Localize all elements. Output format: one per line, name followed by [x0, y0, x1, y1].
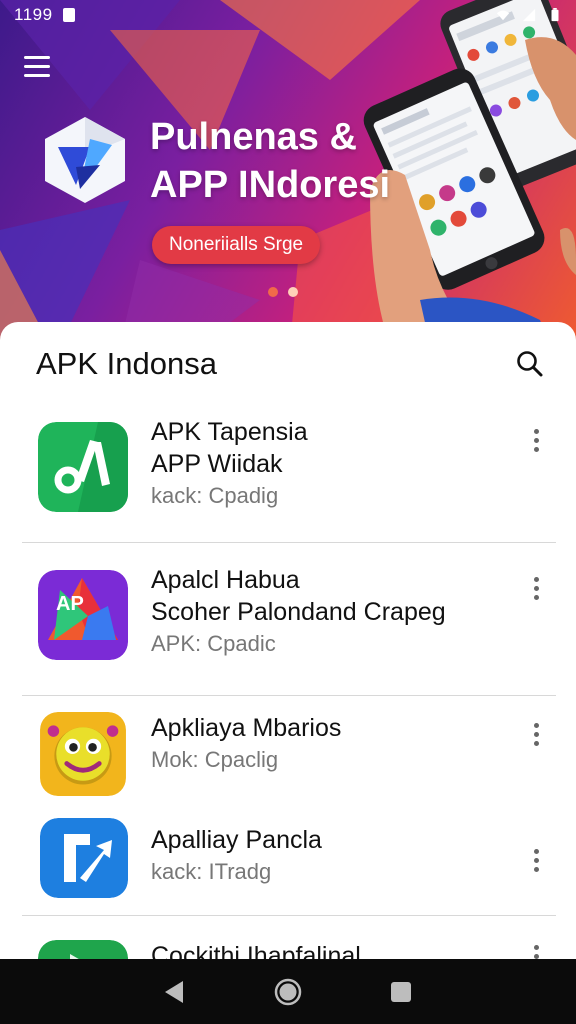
app-meta: Mok: Cpaclig [151, 747, 279, 772]
status-time: 1199 [14, 5, 53, 24]
signal-icon [522, 8, 536, 22]
app-list-item[interactable]: Apkliaya Mbarios Mok: Cpaclig [0, 712, 576, 798]
app-name-line2: Scoher Palondand Crapeg [151, 598, 446, 626]
app-list-item-texts: Apalliay Pancla kack: ITradg [151, 824, 506, 888]
hero-title-line1: Pulnenas & [150, 116, 357, 158]
app-name-line1: Apalliay Pancla [151, 826, 322, 854]
system-nav-bar [0, 959, 576, 1024]
wifi-icon [496, 10, 510, 21]
app-name-line1: APK Tapensia [151, 418, 308, 446]
app-list-item-texts: APK Tapensia APP Wiidak kack: Cpadig [151, 416, 506, 512]
recents-icon[interactable] [383, 974, 419, 1010]
home-icon[interactable] [270, 974, 306, 1010]
app-list-card: APK Indonsa APK Tapensia APP Wiidak kack… [0, 322, 576, 962]
app-list-item-texts: Apkliaya Mbarios Mok: Cpaclig [151, 712, 506, 776]
more-vertical-icon[interactable] [526, 572, 546, 604]
list-header: APK Indonsa [36, 344, 552, 384]
menu-icon[interactable] [24, 56, 54, 80]
hero-title: Pulnenas & APP INdoresi [150, 113, 390, 209]
more-vertical-icon[interactable] [526, 718, 546, 750]
app-list-item[interactable]: AP Apalcl Habua Scoher Palondand Crapeg … [0, 566, 576, 668]
hero-banner[interactable]: 1199 Pulnenas & APP INdoresi Noneriialls… [0, 0, 576, 345]
app-list-item-texts: Apalcl Habua Scoher Palondand Crapeg APK… [151, 564, 506, 660]
svg-text:AP: AP [56, 593, 84, 615]
back-icon[interactable] [157, 974, 193, 1010]
carousel-dot-active[interactable] [288, 287, 298, 297]
search-icon[interactable] [514, 348, 546, 380]
hero-cta-button[interactable]: Noneriialls Srge [152, 226, 321, 264]
app-meta: kack: Cpadig [151, 483, 279, 508]
app-name-line1: Apkliaya Mbarios [151, 714, 342, 742]
app-meta: APK: Cpadic [151, 631, 276, 656]
carousel-dot[interactable] [268, 287, 278, 297]
app-store-logo [45, 117, 125, 203]
divider [22, 915, 556, 916]
list-title: APK Indonsa [36, 346, 217, 381]
divider [22, 695, 556, 696]
yellow-emoji-icon [40, 712, 126, 796]
app-name-line1: Apalcl Habua [151, 566, 300, 594]
more-vertical-icon[interactable] [526, 424, 546, 456]
divider [22, 542, 556, 543]
app-meta: kack: ITradg [151, 859, 272, 884]
blue-arrow-icon [40, 818, 128, 898]
purple-ap-icon: AP [38, 570, 128, 660]
battery-icon [551, 8, 559, 22]
green-music-icon [38, 422, 128, 512]
notification-icon [62, 8, 75, 22]
hero-title-line2: APP INdoresi [150, 164, 391, 206]
status-bar: 1199 [0, 0, 576, 30]
app-list-item[interactable]: APK Tapensia APP Wiidak kack: Cpadig [0, 418, 576, 520]
more-vertical-icon[interactable] [526, 844, 546, 876]
carousel-indicator[interactable] [268, 287, 298, 297]
hands-holding-phones-image [363, 0, 576, 345]
app-list-item[interactable]: Apalliay Pancla kack: ITradg [0, 816, 576, 900]
app-name-line2: APP Wiidak [151, 450, 283, 478]
